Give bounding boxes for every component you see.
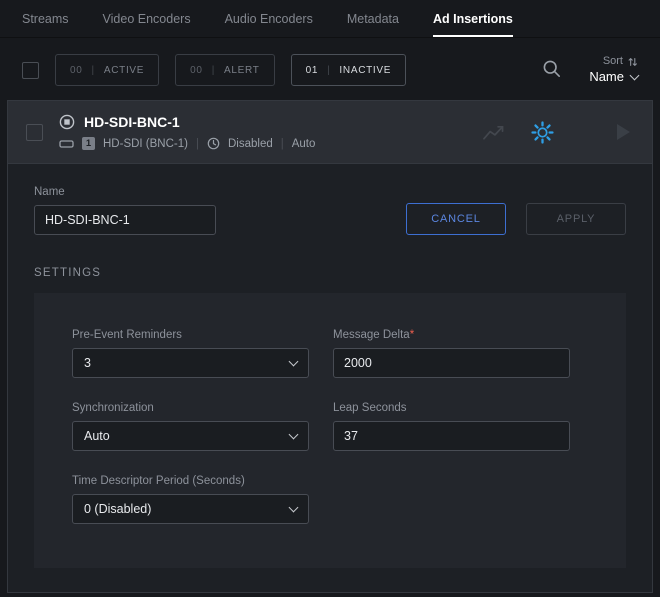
field-time-descriptor-period: Time Descriptor Period (Seconds) 0 (Disa… (72, 475, 309, 524)
message-delta-label: Message Delta* (333, 329, 570, 341)
statistics-button[interactable] (480, 121, 507, 144)
input-type: HD-SDI (BNC-1) (103, 138, 188, 150)
settings-heading: SETTINGS (34, 267, 626, 279)
filter-bar: 00 | ACTIVE 00 | ALERT 01 | INACTIVE Sor… (0, 38, 660, 100)
device-title-block: HD-SDI-BNC-1 1 HD-SDI (BNC-1) | Disabled… (59, 114, 315, 150)
tab-video-encoders[interactable]: Video Encoders (103, 0, 191, 37)
field-message-delta: Message Delta* (333, 329, 570, 378)
active-label: ACTIVE (104, 65, 144, 76)
filter-separator: | (212, 65, 215, 76)
time-descriptor-period-value: 0 (Disabled) (84, 502, 151, 516)
name-input[interactable] (34, 205, 216, 235)
pre-event-reminders-label: Pre-Event Reminders (72, 329, 309, 341)
device-meta-row: 1 HD-SDI (BNC-1) | Disabled | Auto (59, 137, 315, 150)
apply-button[interactable]: APPLY (526, 203, 626, 235)
alert-label: ALERT (224, 65, 260, 76)
filter-separator: | (92, 65, 95, 76)
chart-trend-icon (482, 123, 505, 142)
sort-value: Name (589, 69, 624, 86)
inactive-label: INACTIVE (339, 65, 391, 76)
pre-event-reminders-select[interactable]: 3 (72, 348, 309, 378)
device-mode: Auto (292, 138, 316, 150)
name-label: Name (34, 186, 216, 198)
play-icon (614, 122, 632, 142)
active-count: 00 (70, 65, 83, 76)
device-card-header: HD-SDI-BNC-1 1 HD-SDI (BNC-1) | Disabled… (8, 101, 652, 164)
field-pre-event-reminders: Pre-Event Reminders 3 (72, 329, 309, 378)
search-icon (542, 59, 561, 78)
time-descriptor-period-select[interactable]: 0 (Disabled) (72, 494, 309, 524)
search-button[interactable] (538, 55, 565, 85)
filter-alert-button[interactable]: 00 | ALERT (175, 54, 274, 86)
chevron-down-icon (289, 356, 299, 366)
chevron-down-icon (289, 429, 299, 439)
tab-metadata[interactable]: Metadata (347, 0, 399, 37)
synchronization-label: Synchronization (72, 402, 309, 414)
synchronization-value: Auto (84, 429, 110, 443)
field-leap-seconds: Leap Seconds (333, 402, 570, 451)
inactive-count: 01 (306, 65, 319, 76)
settings-button[interactable] (529, 119, 556, 146)
device-form: Name CANCEL APPLY SETTINGS Pre-Event Rem… (8, 164, 652, 592)
name-row: Name CANCEL APPLY (34, 186, 626, 235)
start-button[interactable] (612, 120, 634, 144)
device-status: Disabled (228, 138, 273, 150)
tab-streams[interactable]: Streams (22, 0, 69, 37)
sort-label: Sort (603, 54, 623, 68)
device-title: HD-SDI-BNC-1 (84, 114, 180, 130)
device-checkbox[interactable] (26, 124, 43, 141)
device-card: HD-SDI-BNC-1 1 HD-SDI (BNC-1) | Disabled… (7, 100, 653, 593)
pre-event-reminders-value: 3 (84, 356, 91, 370)
message-delta-label-text: Message Delta (333, 329, 410, 341)
settings-panel: Pre-Event Reminders 3 Message Delta* Syn… (34, 293, 626, 568)
message-delta-input[interactable] (333, 348, 570, 378)
alert-count: 00 (190, 65, 203, 76)
meta-separator: | (281, 138, 284, 150)
filter-inactive-button[interactable]: 01 | INACTIVE (291, 54, 407, 86)
chevron-down-icon (289, 502, 299, 512)
filter-active-button[interactable]: 00 | ACTIVE (55, 54, 159, 86)
sort-arrows-icon (627, 56, 638, 68)
clock-icon (207, 137, 220, 150)
device-actions (480, 119, 634, 146)
sort-control[interactable]: Sort Name (589, 54, 638, 85)
field-synchronization: Synchronization Auto (72, 402, 309, 451)
input-connector-icon (59, 139, 74, 149)
input-count-badge: 1 (82, 137, 95, 150)
select-all-checkbox[interactable] (22, 62, 39, 79)
gear-icon (531, 121, 554, 144)
tab-audio-encoders[interactable]: Audio Encoders (225, 0, 313, 37)
cancel-button[interactable]: CANCEL (406, 203, 506, 235)
leap-seconds-label: Leap Seconds (333, 402, 570, 414)
chevron-down-icon (630, 70, 640, 80)
required-mark: * (410, 329, 414, 341)
top-nav: Streams Video Encoders Audio Encoders Me… (0, 0, 660, 38)
meta-separator: | (196, 138, 199, 150)
tab-ad-insertions[interactable]: Ad Insertions (433, 0, 513, 37)
time-descriptor-period-label: Time Descriptor Period (Seconds) (72, 475, 309, 487)
synchronization-select[interactable]: Auto (72, 421, 309, 451)
leap-seconds-input[interactable] (333, 421, 570, 451)
stop-record-icon (59, 114, 75, 130)
filter-separator: | (327, 65, 330, 76)
